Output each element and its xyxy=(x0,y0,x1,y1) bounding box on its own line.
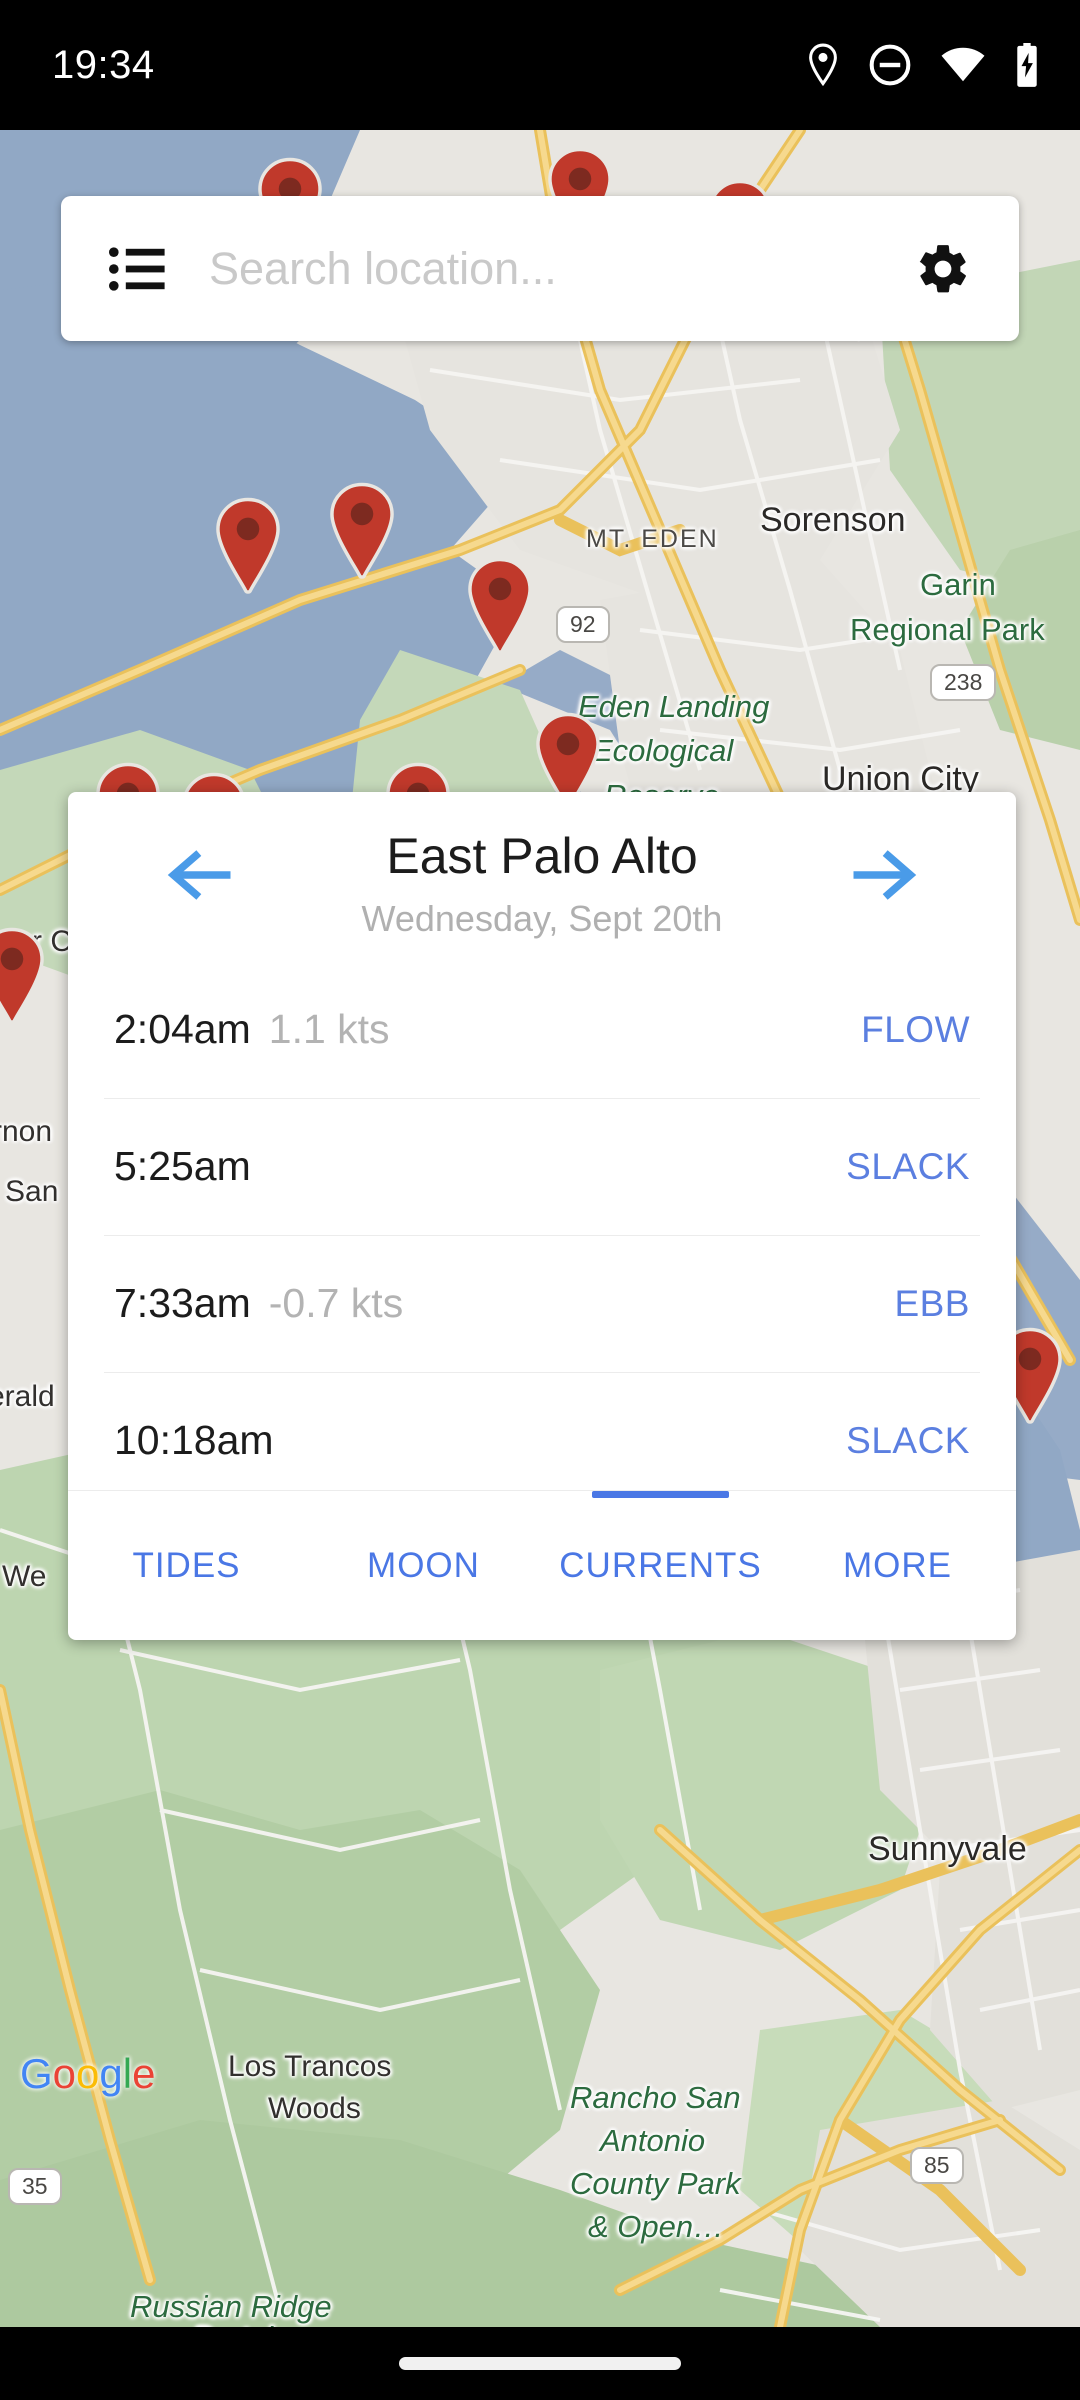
card-header: East Palo Alto Wednesday, Sept 20th xyxy=(68,792,1016,962)
current-row-time: 10:18am xyxy=(114,1417,274,1463)
current-row-state: SLACK xyxy=(846,1145,970,1187)
active-tab-indicator xyxy=(591,1491,730,1498)
current-row[interactable]: 10:18am SLACK xyxy=(68,1373,1016,1491)
current-row-speed: -0.7 kts xyxy=(268,1280,404,1326)
current-row-time: 2:04am xyxy=(114,1006,251,1052)
battery-charging-icon xyxy=(1017,43,1037,87)
google-logo-letter: o xyxy=(52,2050,77,2097)
current-row-time: 5:25am xyxy=(114,1143,251,1189)
google-logo-letter: G xyxy=(20,2050,53,2097)
current-row-speed: 1.1 kts xyxy=(268,1006,390,1052)
status-time: 19:34 xyxy=(52,42,155,87)
current-row[interactable]: 7:33am -0.7 kts EBB xyxy=(68,1236,1016,1372)
gesture-pill[interactable] xyxy=(399,2357,681,2370)
tab-more[interactable]: MORE xyxy=(779,1491,1016,1640)
phone-screen: Castro ValleyMT. EDENSorensonGarinRegion… xyxy=(0,0,1080,2400)
map-marker-pin[interactable] xyxy=(0,926,51,1035)
map-marker-pin[interactable] xyxy=(461,556,539,665)
tab-moon[interactable]: MOON xyxy=(305,1491,542,1640)
route-shield: 85 xyxy=(910,2147,964,2184)
tab-currents[interactable]: CURRENTS xyxy=(542,1491,779,1640)
next-day-button[interactable] xyxy=(846,847,918,907)
google-logo: Google xyxy=(20,2050,155,2098)
current-row-state: EBB xyxy=(894,1282,970,1324)
currents-list[interactable]: 2:04am 1.1 kts FLOW 5:25am SLACK 7:33am -0.7 k… xyxy=(68,962,1016,1491)
google-logo-letter: o xyxy=(76,2050,100,2097)
tab-tides[interactable]: TIDES xyxy=(68,1491,305,1640)
current-row-state: FLOW xyxy=(861,1008,970,1050)
google-logo-letter: e xyxy=(132,2050,156,2097)
search-bar[interactable] xyxy=(61,196,1019,341)
do-not-disturb-icon xyxy=(869,44,911,86)
google-logo-letter: l xyxy=(122,2050,133,2097)
current-row[interactable]: 2:04am 1.1 kts FLOW xyxy=(68,962,1016,1098)
google-logo-letter: g xyxy=(99,2050,123,2097)
system-navigation-bar xyxy=(0,2327,1080,2400)
wifi-icon xyxy=(941,47,985,82)
map-marker-pin[interactable] xyxy=(323,481,401,590)
route-shield: 92 xyxy=(556,606,610,643)
location-pin-icon xyxy=(809,43,837,87)
gear-icon[interactable] xyxy=(915,241,971,297)
status-bar: 19:34 xyxy=(0,0,1080,130)
map-marker-pin[interactable] xyxy=(209,496,287,605)
previous-day-button[interactable] xyxy=(166,847,238,907)
search-input[interactable] xyxy=(209,242,915,295)
current-row[interactable]: 5:25am SLACK xyxy=(68,1099,1016,1235)
route-shield: 238 xyxy=(930,664,997,701)
currents-card: East Palo Alto Wednesday, Sept 20th 2:04… xyxy=(68,792,1016,1640)
list-icon[interactable] xyxy=(109,246,165,291)
route-shield: 35 xyxy=(8,2168,62,2205)
current-row-time: 7:33am xyxy=(114,1280,251,1326)
current-row-state: SLACK xyxy=(846,1419,970,1461)
status-icons xyxy=(806,43,1040,87)
card-tab-bar[interactable]: TIDES MOON CURRENTS MORE xyxy=(68,1490,1016,1640)
